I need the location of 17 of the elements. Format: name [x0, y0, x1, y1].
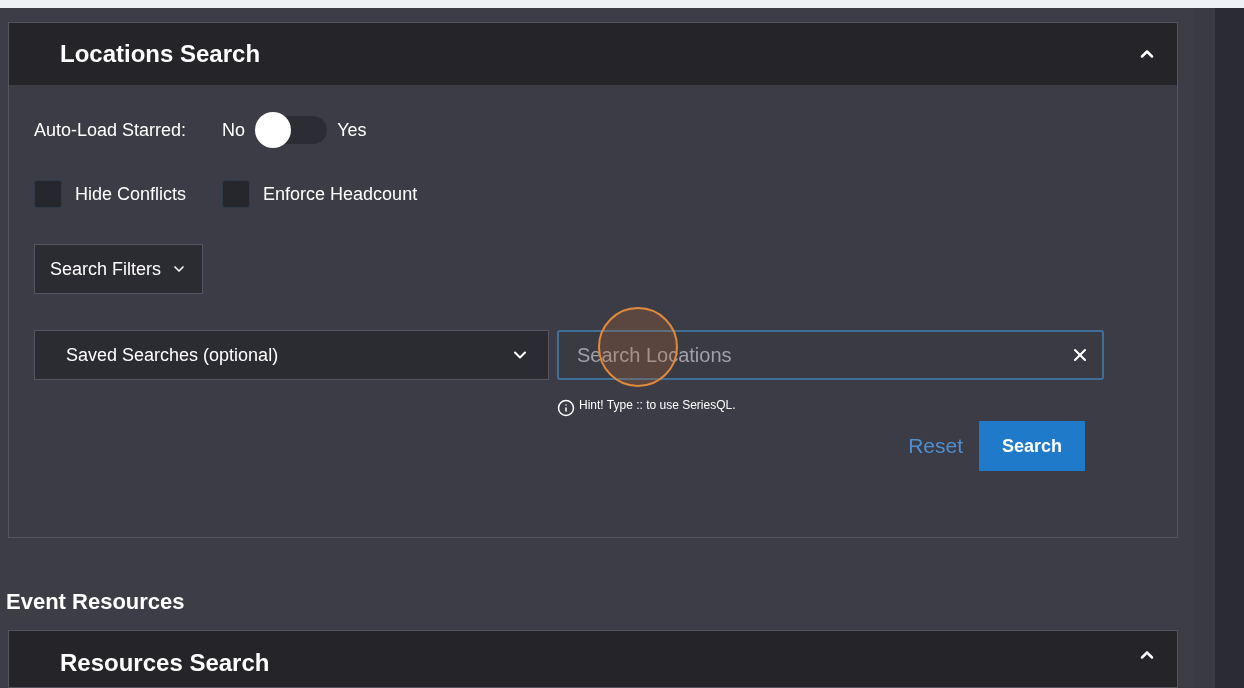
checkbox-label: Hide Conflicts	[75, 182, 187, 206]
checkbox[interactable]	[222, 180, 251, 208]
panel-header[interactable]: Resources Search	[8, 629, 1178, 688]
hint-text: Hint! Type :: to use SeriesQL.	[579, 397, 736, 414]
panel-title: Resources Search	[60, 647, 270, 678]
section-title: Event Resources	[6, 587, 186, 616]
toggle-label: Auto-Load Starred:	[34, 118, 187, 142]
off-label: No	[222, 118, 246, 142]
search-button[interactable]: Search	[979, 421, 1085, 471]
info-icon	[557, 399, 575, 417]
panel-header[interactable]: Locations Search	[9, 23, 1177, 85]
checkbox[interactable]	[34, 180, 62, 208]
on-label: Yes	[337, 118, 367, 142]
checkbox-label: Enforce Headcount	[263, 182, 418, 206]
filters-dropdown[interactable]: Search Filters	[34, 244, 204, 294]
saved-searches-select[interactable]: Saved Searches (optional)	[34, 330, 549, 380]
panel-title: Locations Search	[60, 39, 261, 69]
